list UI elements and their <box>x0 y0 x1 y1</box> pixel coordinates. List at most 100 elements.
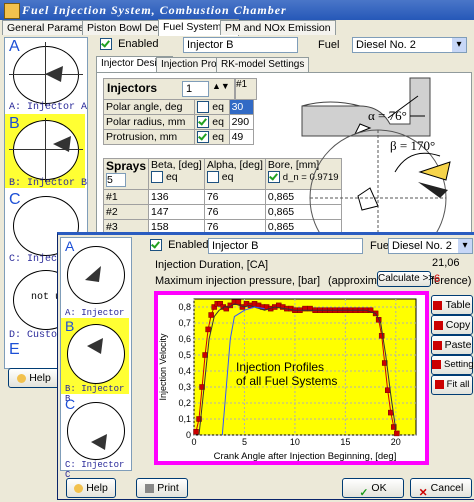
check-icon[interactable] <box>267 171 280 184</box>
injectors-title: Injectors <box>107 81 158 95</box>
row-label: Polar radius, mm <box>102 114 196 130</box>
chart-annotation: of all Fuel Systems <box>236 374 337 388</box>
y-axis-label: Injection Velocity <box>158 333 168 401</box>
pressure-value: 6 <box>434 273 441 285</box>
front-fuel-select[interactable]: Diesel No. 2 <box>388 238 473 254</box>
front-help-button[interactable]: Help <box>66 478 116 498</box>
spray-icon <box>87 338 103 354</box>
cell-beta[interactable]: 136 <box>148 189 205 205</box>
copy-label: Copy <box>445 319 471 331</box>
eq-checkbox[interactable]: eq <box>194 99 230 115</box>
table-row: Protrusion, mm eq 49 <box>102 129 255 145</box>
ok-button[interactable]: ✓ OK <box>342 478 404 499</box>
enabled-label: Enabled <box>118 38 159 50</box>
sprays-count[interactable]: 5 <box>106 173 126 187</box>
cancel-label: Cancel <box>430 482 464 494</box>
injector-letter: A <box>65 238 75 254</box>
x-tick-label: 20 <box>391 437 401 447</box>
copy-icon <box>433 320 443 330</box>
crosshair-v <box>45 118 46 182</box>
help-label: Help <box>29 372 51 384</box>
ok-label: OK <box>371 482 387 494</box>
check-icon <box>150 239 162 252</box>
row-label: Protrusion, mm <box>102 129 196 145</box>
front-window: A A: Injector A B B: Injector B C C: Inj… <box>57 232 474 500</box>
injector-letter: B <box>65 318 75 334</box>
table-row: Polar radius, mm eq 290 <box>102 114 255 130</box>
front-injector-list[interactable]: A A: Injector A B B: Injector B C C: Inj… <box>60 237 132 480</box>
eq-checkbox[interactable]: eq <box>194 114 230 130</box>
y-tick-label: 0,3 <box>178 382 191 392</box>
y-tick-label: 0,5 <box>178 350 191 360</box>
front-enabled-checkbox[interactable]: Enabled <box>150 239 209 252</box>
injector-letter: C <box>9 191 21 208</box>
check-icon[interactable] <box>151 171 164 184</box>
window-title: Fuel Injection System, Combustion Chambe… <box>22 3 287 17</box>
help-label: Help <box>86 482 108 494</box>
cell-alpha[interactable]: 76 <box>203 189 266 205</box>
y-tick-label: 0,4 <box>178 366 191 376</box>
calculate-button[interactable]: Calculate >> <box>377 271 434 287</box>
fuel-select[interactable]: Diesel No. 2 <box>352 37 467 53</box>
eq-label: eq <box>212 130 224 143</box>
paste-button[interactable]: Paste <box>431 335 473 355</box>
cell-value[interactable]: 30 <box>228 99 255 115</box>
data-point <box>193 429 199 435</box>
copy-button[interactable]: Copy <box>431 315 473 335</box>
x-tick-label: 15 <box>340 437 350 447</box>
cell-value[interactable]: 290 <box>228 114 255 130</box>
help-button-back[interactable]: Help <box>8 368 60 388</box>
tab-rk-model-settings[interactable]: RK-model Settings <box>216 57 310 72</box>
paste-icon <box>432 340 442 350</box>
spray-icon <box>91 434 107 450</box>
x-tick-label: 0 <box>191 437 196 447</box>
eq-label: eq <box>212 115 224 128</box>
injectors-header: Injectors 1 ▲▼ <box>103 78 235 100</box>
enabled-label: Enabled <box>168 239 209 251</box>
injectors-table: Polar angle, deg eq 30 Polar radius, mm … <box>102 99 255 145</box>
cell-beta[interactable]: 147 <box>148 204 205 220</box>
duration-value: 21,06 <box>432 257 460 269</box>
cancel-button[interactable]: ✕ Cancel <box>410 478 472 499</box>
duration-label: Injection Duration, [CA] <box>155 259 269 271</box>
tab-pm-nox-emission[interactable]: PM and NOx Emission <box>220 20 336 35</box>
col-header-beta: Beta, [deg] <box>151 159 202 171</box>
title-bar: Fuel Injection System, Combustion Chambe… <box>0 0 474 20</box>
col-header-alpha: Alpha, [deg] <box>206 159 263 171</box>
setting-icon <box>432 359 441 369</box>
front-injector-name-field[interactable]: Injector B <box>208 238 363 254</box>
fit-all-button[interactable]: Fit all <box>431 375 473 395</box>
injector-name-field[interactable]: Injector B <box>183 37 298 53</box>
data-point <box>235 299 242 305</box>
check-icon <box>197 101 210 114</box>
help-icon <box>74 483 84 493</box>
y-tick-label: 0,8 <box>178 302 191 312</box>
row-label: #2 <box>102 204 150 220</box>
injector-letter: B <box>9 115 20 132</box>
print-button[interactable]: Print <box>136 478 188 498</box>
eq-checkbox[interactable]: eq <box>194 129 230 145</box>
table-row: Polar angle, deg eq 30 <box>102 99 255 115</box>
close-icon: ✕ <box>418 486 428 499</box>
main-tabs: General Parameters Piston Bowl Design Fu… <box>0 19 474 36</box>
col-header: Alpha, [deg] eq <box>203 158 266 190</box>
injector-label: C: Injector C <box>65 460 125 480</box>
y-tick-label: 0,7 <box>178 318 191 328</box>
setting-label: Setting <box>444 359 474 370</box>
setting-button[interactable]: Setting <box>431 355 474 375</box>
cell-value[interactable]: 49 <box>228 129 255 145</box>
injectors-count[interactable]: 1 <box>182 81 209 97</box>
check-icon[interactable] <box>206 171 219 184</box>
table-button[interactable]: Table <box>431 295 473 315</box>
row-label: #1 <box>102 189 150 205</box>
enabled-checkbox[interactable]: Enabled <box>100 38 159 51</box>
paste-label: Paste <box>444 339 472 351</box>
chart-annotation: Injection Profiles <box>236 360 324 374</box>
alpha-label: α = 76° <box>368 108 407 123</box>
table-label: Table <box>445 299 471 311</box>
x-tick-label: 10 <box>290 437 300 447</box>
help-icon <box>17 373 27 383</box>
injection-chart[interactable]: 0 0,1 0,2 0,3 0,4 0,5 0,6 0,7 0,8 0 5 10 15 20 Injecti… <box>154 291 429 465</box>
spin-icon[interactable]: ▲▼ <box>212 81 230 91</box>
cell-alpha[interactable]: 76 <box>203 204 266 220</box>
